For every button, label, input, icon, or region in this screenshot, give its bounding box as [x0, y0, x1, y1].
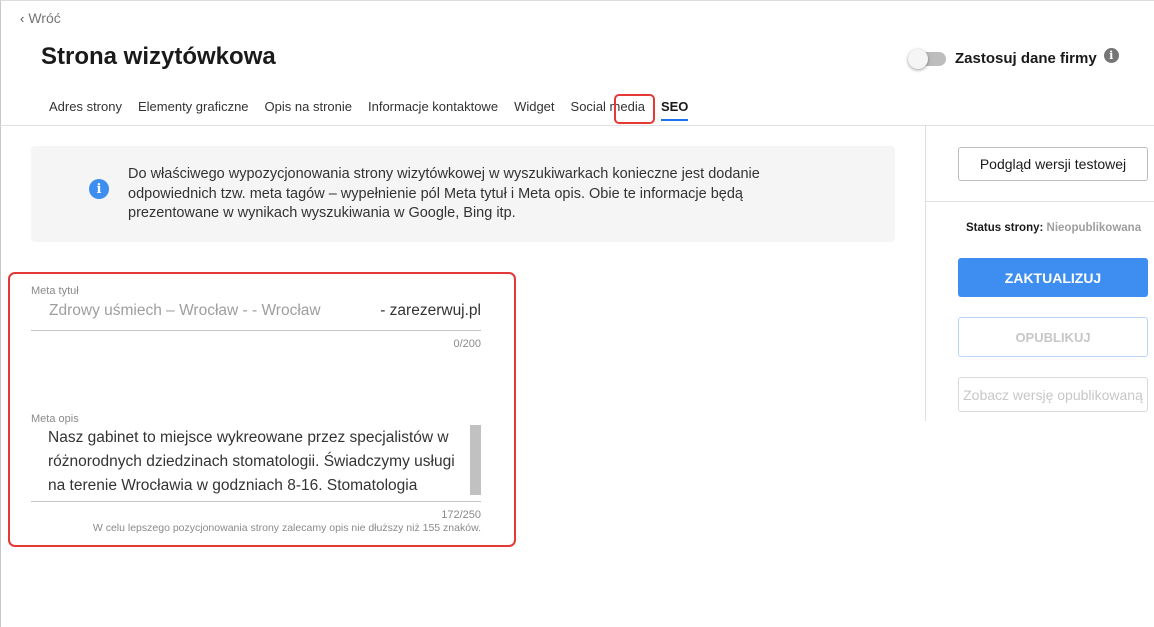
- sidebar-divider: [925, 126, 926, 421]
- meta-description-textarea[interactable]: Nasz gabinet to miejsce wykreowane przez…: [48, 426, 468, 501]
- header-divider: [0, 125, 1154, 126]
- tab-elementy-graficzne[interactable]: Elementy graficzne: [130, 96, 257, 125]
- company-data-toggle-group: Zastosuj dane firmy i: [908, 48, 1119, 69]
- meta-title-suffix: - zarezerwuj.pl: [380, 302, 481, 319]
- seo-info-text: Do właściwego wypozycjonowania strony wi…: [128, 166, 760, 221]
- company-data-toggle[interactable]: [908, 48, 946, 69]
- tab-bar: Adres strony Elementy graficzne Opis na …: [41, 96, 696, 125]
- tab-informacje-kontaktowe[interactable]: Informacje kontaktowe: [360, 96, 506, 125]
- tab-social-media[interactable]: Social media: [563, 96, 653, 125]
- meta-description-label: Meta opis: [31, 413, 79, 425]
- meta-description-field[interactable]: Nasz gabinet to miejsce wykreowane przez…: [31, 425, 481, 502]
- meta-title-counter: 0/200: [453, 338, 481, 350]
- info-circle-icon: i: [89, 179, 109, 199]
- seo-info-box: i Do właściwego wypozycjonowania strony …: [31, 146, 895, 242]
- sidebar-section-divider: [926, 201, 1154, 202]
- meta-title-input[interactable]: Zdrowy uśmiech – Wrocław - - Wrocław: [49, 302, 321, 320]
- meta-description-scrollbar[interactable]: [470, 425, 481, 495]
- back-label: Wróć: [28, 10, 61, 26]
- page-status: Status strony: Nieopublikowana: [966, 222, 1141, 234]
- company-data-toggle-label: Zastosuj dane firmy: [955, 50, 1097, 67]
- meta-title-field[interactable]: Zdrowy uśmiech – Wrocław - - Wrocław - z…: [31, 295, 481, 331]
- meta-description-hint: W celu lepszego pozycjonowania strony za…: [92, 522, 481, 534]
- page-status-label: Status strony:: [966, 222, 1044, 234]
- tab-seo[interactable]: SEO: [653, 96, 696, 125]
- tab-adres-strony[interactable]: Adres strony: [41, 96, 130, 125]
- page-title: Strona wizytówkowa: [41, 43, 276, 70]
- tab-opis-na-stronie[interactable]: Opis na stronie: [257, 96, 360, 125]
- info-icon[interactable]: i: [1103, 48, 1119, 63]
- update-button[interactable]: ZAKTUALIZUJ: [958, 258, 1148, 297]
- tab-widget[interactable]: Widget: [506, 96, 562, 125]
- view-published-button[interactable]: Zobacz wersję opublikowaną: [958, 377, 1148, 412]
- preview-test-version-button[interactable]: Podgląd wersji testowej: [958, 147, 1148, 181]
- page-status-value: Nieopublikowana: [1046, 222, 1142, 234]
- publish-button[interactable]: OPUBLIKUJ: [958, 317, 1148, 357]
- back-link[interactable]: ‹ Wróć: [20, 10, 61, 26]
- meta-description-counter: 172/250: [441, 509, 481, 521]
- chevron-left-icon: ‹: [20, 10, 25, 26]
- toggle-knob: [908, 48, 928, 69]
